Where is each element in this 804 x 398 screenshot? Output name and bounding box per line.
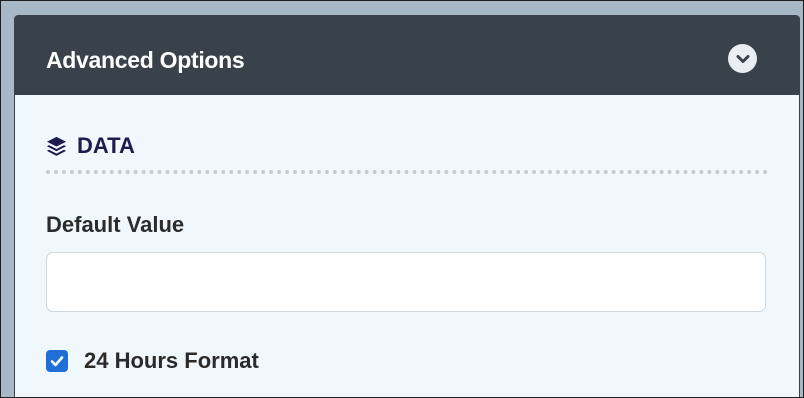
divider <box>46 170 768 174</box>
hours-format-checkbox[interactable] <box>46 350 68 372</box>
window-frame: Advanced Options DATA Default Value 24 H… <box>0 0 804 398</box>
chevron-down-icon[interactable] <box>728 44 757 73</box>
advanced-options-panel: Advanced Options DATA Default Value 24 H… <box>14 15 800 397</box>
default-value-label: Default Value <box>46 212 185 237</box>
section-heading-label: DATA <box>77 133 135 158</box>
default-value-input[interactable] <box>46 252 766 312</box>
hours-format-option[interactable]: 24 Hours Format <box>46 348 259 374</box>
hours-format-label: 24 Hours Format <box>84 348 259 373</box>
layers-icon <box>45 135 68 158</box>
panel-header[interactable]: Advanced Options <box>15 15 799 95</box>
panel-title: Advanced Options <box>46 47 245 73</box>
checkmark-icon <box>50 356 64 367</box>
section-heading: DATA <box>45 133 135 159</box>
